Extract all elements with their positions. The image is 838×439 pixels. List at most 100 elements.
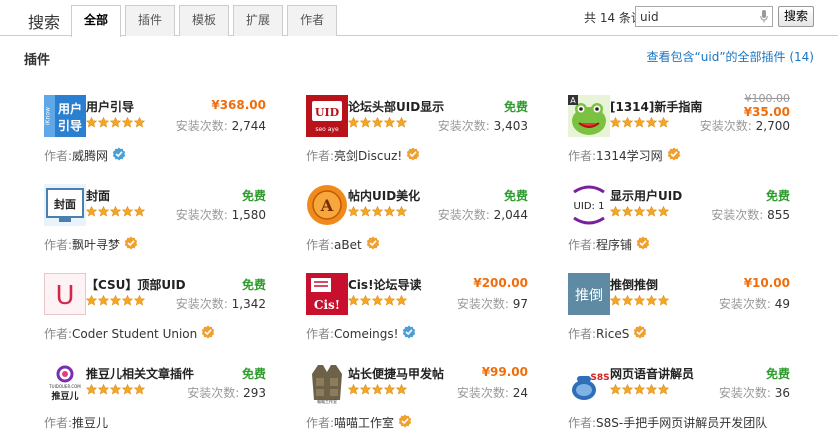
- author-name[interactable]: Comeings!: [334, 327, 398, 341]
- rating-stars: [348, 295, 408, 306]
- tab-plugins[interactable]: 插件: [125, 5, 176, 36]
- tab-extensions[interactable]: 扩展: [233, 5, 284, 36]
- verified-gold-badge-icon: [406, 147, 420, 161]
- uid-display-icon-subtext: seo aye: [315, 126, 339, 133]
- plugin-name[interactable]: 显示用户UID: [610, 187, 682, 204]
- plugin-card[interactable]: UID seo aye 论坛头部UID显示 免费 安装次数: 3,403 作者:…: [300, 92, 550, 172]
- star-icon: [98, 206, 109, 217]
- star-icon: [372, 295, 383, 306]
- star-icon: [134, 117, 145, 128]
- plugin-price: 免费: [765, 367, 790, 381]
- author-label: 作者:: [568, 149, 597, 163]
- star-icon: [610, 117, 621, 128]
- s8s-icon: S8S: [568, 362, 610, 404]
- author-name[interactable]: Coder Student Union: [72, 327, 197, 341]
- plugin-card[interactable]: 喵喵工作室 站长便捷马甲发帖 ¥99.00 安装次数: 24 作者: 喵喵工作室: [300, 359, 550, 439]
- author-name[interactable]: S8S-手把手网页讲解员开发团队: [596, 414, 767, 431]
- letter-a-icon: A: [306, 184, 348, 226]
- plugin-card[interactable]: 封面 封面 免费 安装次数: 1,580 作者: 飘叶寻梦: [38, 181, 288, 261]
- author-line: 作者: Comeings!: [306, 325, 416, 342]
- author-name[interactable]: aBet: [334, 238, 362, 252]
- author-name[interactable]: 亮剑Discuz!: [334, 147, 402, 164]
- star-icon: [360, 206, 371, 217]
- author-name[interactable]: 飘叶寻梦: [72, 236, 120, 253]
- plugin-name[interactable]: 推豆儿相关文章插件: [86, 365, 194, 382]
- star-icon: [86, 295, 97, 306]
- tab-templates[interactable]: 模板: [179, 5, 230, 36]
- star-icon: [86, 384, 97, 395]
- tab-all[interactable]: 全部: [71, 5, 122, 37]
- user-guide-icon: iKnow 用户 引导: [44, 95, 86, 137]
- author-name[interactable]: 1314学习网: [596, 147, 663, 164]
- plugin-name[interactable]: 论坛头部UID显示: [348, 98, 444, 115]
- search-box: [635, 6, 773, 27]
- installs-value: 1,342: [231, 297, 266, 311]
- star-icon: [646, 206, 657, 217]
- rating-stars: [610, 206, 670, 217]
- star-icon: [396, 384, 407, 395]
- plugin-name[interactable]: 帖内UID美化: [348, 187, 420, 204]
- plugin-card[interactable]: TUIDOUER.COM 推豆儿 推豆儿相关文章插件 免费 安装次数: 293 …: [38, 359, 288, 439]
- author-name[interactable]: 推豆儿: [72, 414, 108, 431]
- uid-badge-icon: UID: 1: [568, 184, 610, 226]
- plugin-name[interactable]: 推倒推倒: [610, 276, 658, 293]
- microphone-icon[interactable]: [760, 10, 768, 23]
- author-name[interactable]: 威腾网: [72, 147, 108, 164]
- installs-label: 安装次数:: [699, 119, 756, 133]
- author-name[interactable]: 程序铺: [596, 236, 632, 253]
- author-line: 作者: 推豆儿: [44, 414, 108, 431]
- user-guide-icon-top-text: 用户: [57, 101, 82, 116]
- plugin-name[interactable]: 站长便捷马甲发帖: [348, 365, 444, 382]
- plugin-name[interactable]: 用户引导: [86, 98, 134, 115]
- plugin-name[interactable]: [1314]新手指南: [610, 98, 702, 115]
- plugin-name[interactable]: Cis!论坛导读: [348, 276, 422, 293]
- cover-icon-text: 封面: [54, 197, 76, 211]
- star-icon: [122, 117, 133, 128]
- author-label: 作者:: [44, 238, 73, 252]
- installs-value: 24: [512, 386, 528, 400]
- s8s-icon-text: S8S: [590, 373, 609, 383]
- star-icon: [622, 206, 633, 217]
- rating-stars: [86, 295, 146, 306]
- author-name[interactable]: RiceS: [596, 327, 629, 341]
- plugin-card[interactable]: A [1314]新手指南 ¥100.00 ¥35.00 安装次数: 2,700 …: [562, 92, 812, 172]
- plugin-card[interactable]: iKnow 用户 引导 用户引导 ¥368.00 安装次数: 2,744 作者:…: [38, 92, 288, 172]
- star-icon: [646, 295, 657, 306]
- plugin-name[interactable]: 【CSU】顶部UID: [86, 276, 186, 293]
- plugin-card[interactable]: 推倒 推倒推倒 ¥10.00 安装次数: 49 作者: RiceS: [562, 270, 812, 350]
- installs-value: 1,580: [231, 208, 266, 222]
- search-input[interactable]: [636, 7, 746, 26]
- u-letter-icon-text: U: [55, 281, 74, 311]
- plugin-card[interactable]: U 【CSU】顶部UID 免费 安装次数: 1,342 作者: Coder St…: [38, 270, 288, 350]
- author-line: 作者: 程序铺: [568, 236, 650, 253]
- tab-authors[interactable]: 作者: [287, 5, 338, 36]
- plugin-name[interactable]: 网页语音讲解员: [610, 365, 694, 382]
- plugin-name[interactable]: 封面: [86, 187, 110, 204]
- plugin-price-original: ¥100.00: [744, 92, 791, 105]
- install-count: 安装次数: 49: [719, 295, 790, 312]
- star-icon: [110, 117, 121, 128]
- filter-tabs: 全部 插件 模板 扩展 作者: [71, 5, 341, 37]
- star-icon: [610, 295, 621, 306]
- installs-label: 安装次数:: [456, 297, 513, 311]
- rating-stars: [86, 384, 146, 395]
- author-label: 作者:: [306, 149, 335, 163]
- installs-value: 2,744: [231, 119, 266, 133]
- u-letter-icon: U: [44, 273, 86, 315]
- tuidao-icon: 推倒: [568, 273, 610, 315]
- installs-value: 855: [767, 208, 790, 222]
- verified-gold-badge-icon: [124, 236, 138, 250]
- plugin-card[interactable]: S8S 网页语音讲解员 免费 安装次数: 36 作者: S8S-手把手网页讲解员…: [562, 359, 812, 439]
- verified-gold-badge-icon: [202, 325, 215, 339]
- installs-label: 安装次数:: [175, 297, 232, 311]
- plugin-card[interactable]: Cis! Cis!论坛导读 ¥200.00 安装次数: 97 作者: Comei…: [300, 270, 550, 350]
- plugin-price: 免费: [503, 189, 528, 203]
- star-icon: [122, 206, 133, 217]
- view-all-link[interactable]: 查看包含“uid”的全部插件 (14): [647, 48, 814, 65]
- plugin-card[interactable]: UID: 1 显示用户UID 免费 安装次数: 855 作者: 程序铺: [562, 181, 812, 261]
- author-name[interactable]: 喵喵工作室: [334, 414, 394, 431]
- plugin-card[interactable]: A 帖内UID美化 免费 安装次数: 2,044 作者: aBet: [300, 181, 550, 261]
- author-label: 作者:: [568, 327, 597, 341]
- star-icon: [372, 384, 383, 395]
- search-button[interactable]: 搜索: [778, 6, 814, 27]
